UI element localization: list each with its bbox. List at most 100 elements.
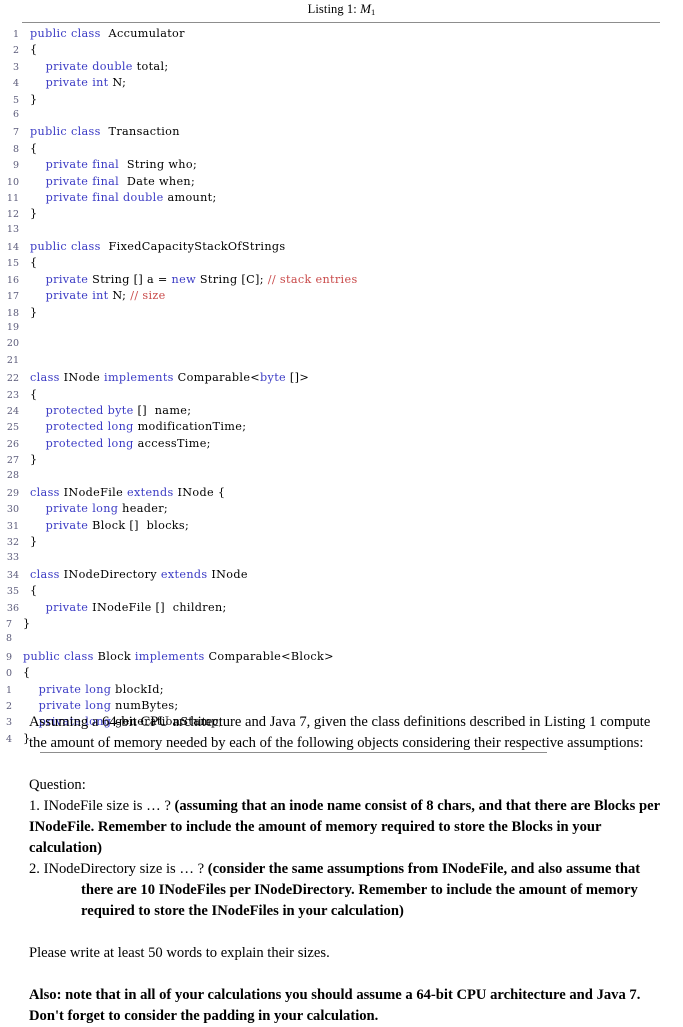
- code-line: 33: [0, 552, 683, 568]
- code-token-id: INodeDirectory: [59, 567, 161, 581]
- code-token-kw: public: [23, 649, 61, 663]
- code-line: 8: [0, 633, 683, 649]
- code-line-text: private long numBytes;: [12, 699, 179, 712]
- code-line-text: private String [] a = new String [C]; //…: [19, 273, 358, 286]
- code-line: 18}: [0, 306, 683, 322]
- code-token-id: INodeFile: [59, 485, 127, 499]
- code-token-kw: private: [45, 272, 89, 286]
- code-line-number: 17: [6, 291, 19, 303]
- code-line: 4 private int N;: [0, 76, 683, 92]
- word-count-note: Please write at least 50 words to explai…: [29, 945, 330, 961]
- code-token-id: [30, 420, 46, 433]
- code-token-id: N;: [108, 76, 127, 90]
- code-token-id: {: [30, 387, 38, 401]
- code-line-text: public class Accumulator: [19, 27, 185, 40]
- code-token-id: Block: [93, 649, 135, 663]
- code-line-text: {: [19, 142, 37, 155]
- code-token-id: {: [30, 584, 38, 598]
- code-token-kw: double: [123, 190, 164, 204]
- code-token-id: }: [23, 617, 31, 631]
- code-line-text: }: [12, 617, 30, 630]
- code-line: 28: [0, 470, 683, 486]
- code-token-kw: byte: [260, 371, 287, 385]
- listing-caption-symbol: M1: [360, 1, 375, 18]
- code-token-id: INode {: [173, 485, 226, 499]
- code-token-id: {: [30, 141, 38, 155]
- code-token-id: [30, 519, 46, 532]
- code-line-number: 9: [5, 651, 12, 663]
- code-token-kw: private: [45, 158, 89, 172]
- code-line-number: 7: [5, 619, 12, 631]
- code-token-kw: long: [107, 420, 134, 434]
- code-token-kw: private: [38, 699, 82, 713]
- code-line: 1 private long blockId;: [0, 683, 683, 699]
- code-line: 36 private INodeFile [] children;: [0, 601, 683, 617]
- code-line-text: class INodeDirectory extends INode: [19, 568, 248, 581]
- code-token-id: [30, 404, 46, 417]
- code-line: 23 {: [0, 388, 683, 404]
- code-token-kw: extends: [126, 485, 174, 499]
- question-item-2: 2. INodeDirectory size is … ? (consider …: [29, 859, 669, 922]
- code-listing: 1 public class Accumulator 2{3 private dou…: [0, 27, 683, 748]
- code-line-number: 24: [6, 405, 19, 417]
- code-token-kw: extends: [160, 567, 208, 581]
- code-line: 26 protected long accessTime;: [0, 437, 683, 453]
- code-line: 25 protected long modificationTime;: [0, 420, 683, 436]
- code-line: 27}: [0, 453, 683, 469]
- code-line-text: private final String who;: [19, 158, 197, 171]
- code-line: 19: [0, 322, 683, 338]
- code-token-kw: long: [85, 699, 112, 713]
- code-line-number: 14: [6, 242, 19, 254]
- code-line-number: 6: [12, 108, 19, 120]
- code-line: 30 private long header;: [0, 502, 683, 518]
- code-token-kw: protected: [45, 403, 104, 417]
- code-token-id: }: [30, 207, 38, 221]
- code-token-id: String who;: [119, 158, 198, 172]
- code-token-id: numBytes;: [111, 699, 179, 713]
- code-token-kw: final: [92, 158, 120, 172]
- code-line-text: }: [12, 732, 30, 745]
- code-line: 21: [0, 355, 683, 371]
- code-token-id: }: [30, 535, 38, 549]
- code-token-kw: private: [45, 289, 89, 303]
- code-token-id: amount;: [163, 190, 217, 204]
- code-token-kw: int: [92, 289, 109, 303]
- code-line: 29 class INodeFile extends INode {: [0, 486, 683, 502]
- code-line: 13: [0, 224, 683, 240]
- code-token-id: }: [30, 92, 38, 106]
- code-token-kw: class: [30, 485, 60, 499]
- code-line-number: 35: [6, 586, 19, 598]
- code-token-id: [23, 683, 39, 696]
- listing-caption: Listing 1: M1: [0, 0, 683, 19]
- code-line-number: 28: [6, 469, 19, 481]
- code-line-text: }: [19, 535, 37, 548]
- code-token-id: []>: [286, 371, 310, 385]
- code-line-text: private double total;: [19, 60, 169, 73]
- code-token-cmt: // size: [130, 289, 166, 303]
- code-token-kw: final: [92, 174, 120, 188]
- code-line: 3 private double total;: [0, 60, 683, 76]
- code-token-kw: public: [30, 125, 68, 139]
- code-token-kw: final: [92, 190, 120, 204]
- code-line: 5}: [0, 93, 683, 109]
- code-line: 32}: [0, 535, 683, 551]
- code-token-kw: byte: [107, 403, 134, 417]
- code-line-number: 3: [5, 717, 12, 729]
- code-line: 16 private String [] a = new String [C];…: [0, 273, 683, 289]
- code-line-text: private long blockId;: [12, 683, 164, 696]
- code-token-kw: class: [30, 567, 60, 581]
- code-token-id: INode: [59, 371, 105, 385]
- code-line-number: 33: [6, 551, 19, 563]
- code-token-kw: private: [45, 76, 89, 90]
- code-line-text: private final Date when;: [19, 175, 195, 188]
- code-token-id: String [C];: [196, 272, 268, 286]
- code-line: 17 private int N; // size: [0, 289, 683, 305]
- code-line-text: private Block [] blocks;: [19, 519, 189, 532]
- code-line-text: class INodeFile extends INode {: [19, 486, 225, 499]
- code-line-number: 26: [6, 438, 19, 450]
- question-item-1-lead: 1. INodeFile size is … ?: [29, 798, 175, 814]
- code-line-text: {: [12, 666, 30, 679]
- code-token-kw: private: [45, 174, 89, 188]
- code-line-number: 23: [6, 389, 19, 401]
